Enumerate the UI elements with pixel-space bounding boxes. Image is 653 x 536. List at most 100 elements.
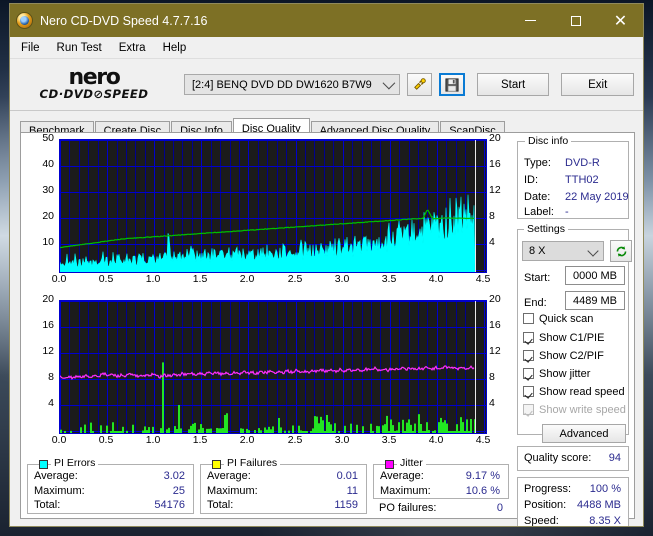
- top-chart-plot[interactable]: [59, 139, 487, 273]
- show-write-speed-label: Show write speed: [539, 404, 626, 416]
- disc-date-value: 22 May 2019: [565, 191, 629, 203]
- show-c2-pif-checkbox[interactable]: [523, 350, 534, 361]
- x-axis-tick: 4.5: [475, 434, 491, 446]
- pi-failures-maximum-label: Maximum:: [207, 485, 258, 497]
- logo-line-1: nero: [68, 64, 121, 90]
- jitter-average-label: Average:: [380, 470, 424, 482]
- y-axis-tick: 12: [42, 345, 54, 357]
- end-input[interactable]: 4489 MB: [565, 291, 625, 310]
- quick-scan-label: Quick scan: [539, 313, 594, 325]
- progress-label: Progress:: [524, 483, 572, 495]
- jitter-title: Jitter: [397, 457, 426, 469]
- advanced-button[interactable]: Advanced: [542, 424, 626, 443]
- show-read-speed-checkbox[interactable]: [523, 386, 534, 397]
- x-axis-tick: 4.0: [428, 434, 444, 446]
- x-axis-tick: 1.0: [145, 273, 161, 285]
- x-axis-tick: 2.0: [239, 434, 255, 446]
- maximize-button[interactable]: [553, 4, 598, 37]
- x-axis-tick: 3.5: [381, 434, 397, 446]
- series-pi-failures: [60, 362, 476, 433]
- show-jitter-label: Show jitter: [539, 368, 591, 380]
- x-axis-tick: 1.0: [145, 434, 161, 446]
- y-axis-tick: 16: [42, 319, 54, 331]
- show-write-speed-checkbox: [523, 404, 534, 415]
- quick-scan-checkbox[interactable]: [523, 313, 534, 324]
- menu-item-help[interactable]: Help: [163, 42, 187, 54]
- save-button[interactable]: [439, 73, 465, 96]
- chart-series-layer: [60, 194, 476, 272]
- disc-id-label: ID:: [524, 174, 539, 186]
- pi-failures-stats: Average: 0.01 Maximum: 11 Total: 1159: [200, 464, 367, 514]
- disc-quality-panel: 10 20 30 40 50 4 8 12 16 20 0.0 0.5 1.0 1.5 2.0 2.5 3.0 3…: [20, 132, 635, 526]
- pi-errors-maximum-label: Maximum:: [34, 485, 85, 497]
- menu-item-extra[interactable]: Extra: [119, 42, 146, 54]
- x-axis-tick: 4.5: [475, 273, 491, 285]
- pi-failures-total-value: 1159: [334, 499, 358, 511]
- y-axis-right-tick: 20: [489, 293, 501, 305]
- speed-value: 8.35 X: [589, 515, 621, 527]
- pi-errors-total-label: Total:: [34, 499, 61, 511]
- bottom-chart-plot[interactable]: [59, 300, 487, 434]
- y-axis-right-tick: 4: [489, 236, 495, 248]
- start-label: Start:: [524, 272, 551, 284]
- quality-score-label: Quality score:: [524, 452, 592, 464]
- scan-position-marker: [475, 140, 476, 272]
- close-button[interactable]: ✕: [598, 4, 643, 37]
- x-axis-tick: 1.5: [192, 273, 208, 285]
- x-axis-tick: 4.0: [428, 273, 444, 285]
- y-axis-right-tick: 16: [489, 319, 501, 331]
- menu-item-file[interactable]: File: [21, 42, 40, 54]
- pi-errors-maximum-value: 25: [172, 485, 185, 497]
- chart-series-layer: [60, 362, 476, 433]
- disc-type-value: DVD-R: [565, 157, 600, 169]
- speed-plug-icon: [414, 78, 427, 90]
- pi-failures-average-value: 0.01: [336, 470, 358, 482]
- app-window: Nero CD-DVD Speed 4.7.7.16 ✕ File Run Te…: [9, 3, 644, 527]
- menu-item-run-test[interactable]: Run Test: [57, 42, 102, 54]
- x-axis-tick: 3.0: [334, 273, 350, 285]
- pi-errors-total-value: 54176: [154, 499, 185, 511]
- chevron-down-icon: [382, 76, 396, 90]
- jitter-average-value: 9.17 %: [465, 470, 500, 482]
- disc-speed-button[interactable]: [407, 73, 433, 96]
- show-c1-pie-checkbox[interactable]: [523, 332, 534, 343]
- pi-failures-maximum-value: 11: [346, 485, 358, 497]
- logo-line-2: CD·DVD⊘SPEED: [39, 86, 149, 101]
- y-axis-tick: 10: [42, 236, 54, 248]
- drive-select[interactable]: [2:4] BENQ DVD DD DW1620 B7W9: [184, 74, 401, 95]
- show-c2-pif-label: Show C2/PIF: [539, 350, 604, 362]
- disc-type-label: Type:: [524, 157, 551, 169]
- show-jitter-checkbox[interactable]: [523, 368, 534, 379]
- y-axis-right-tick: 8: [489, 210, 495, 222]
- x-axis-tick: 0.5: [98, 434, 114, 446]
- y-axis-right-tick: 12: [489, 184, 501, 196]
- jitter-color-swatch: [385, 460, 394, 469]
- y-axis-right-tick: 4: [489, 397, 495, 409]
- y-axis-tick: 20: [42, 210, 54, 222]
- quality-score-group: Quality score: 94: [517, 446, 629, 471]
- start-input[interactable]: 0000 MB: [565, 266, 625, 285]
- start-button[interactable]: Start: [476, 73, 550, 96]
- quality-score-value: 94: [608, 452, 621, 464]
- y-axis-right-tick: 12: [489, 345, 501, 357]
- scan-speed-select[interactable]: 8 X: [522, 241, 604, 261]
- position-value: 4488 MB: [576, 499, 621, 511]
- po-failures-label: PO failures:: [379, 502, 437, 514]
- pi-errors-stats: Average: 3.02 Maximum: 25 Total: 54176: [27, 464, 194, 514]
- jitter-maximum-label: Maximum:: [380, 485, 431, 497]
- x-axis-tick: 2.0: [239, 273, 255, 285]
- y-axis-tick: 40: [42, 158, 54, 170]
- scan-speed-value: 8 X: [529, 245, 546, 257]
- progress-value: 100 %: [589, 483, 621, 495]
- close-icon: ✕: [613, 10, 628, 30]
- refresh-button[interactable]: [610, 240, 632, 262]
- minimize-button[interactable]: [508, 4, 553, 37]
- exit-button[interactable]: Exit: [561, 73, 635, 96]
- series-pi-errors: [60, 194, 476, 272]
- maximize-icon: [570, 15, 581, 26]
- series-jitter: [60, 365, 475, 380]
- pi-failures-title: PI Failures: [224, 457, 281, 469]
- status-group: Progress: 100 % Position: 4488 MB Speed:…: [517, 477, 629, 527]
- pi-errors-chart: 10 20 30 40 50 4 8 12 16 20 0.0 0.5 1.0 1.5 2.0 2.5 3.0 3…: [21, 132, 511, 293]
- y-axis-tick: 30: [42, 184, 54, 196]
